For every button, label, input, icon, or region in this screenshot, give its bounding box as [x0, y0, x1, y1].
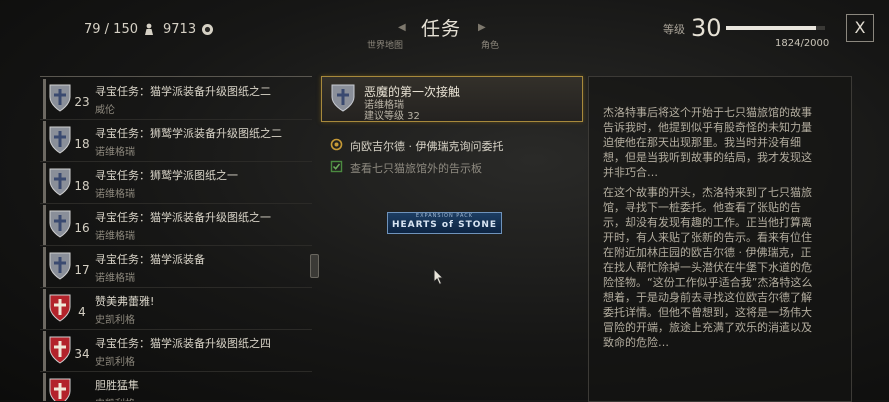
red-shield-icon	[48, 335, 72, 369]
quest-title: 寻宝任务：狮鹫学派图纸之一	[95, 169, 238, 182]
quest-row-marker	[43, 247, 46, 287]
quest-level: 18	[74, 137, 90, 151]
level-label: 等级	[663, 23, 685, 36]
money: 9713	[163, 22, 214, 37]
quest-level: 23	[74, 95, 90, 109]
quest-title: 赞美弗蕾雅!	[95, 295, 155, 308]
quest-row-marker	[43, 163, 46, 203]
objective-complete-icon	[330, 160, 343, 176]
quest-description-panel: 杰洛特事后将这个开始于七只猫旅馆的故事告诉我时，他提到似乎有股奇怪的未知力量迫使…	[588, 76, 852, 402]
silver-shield-icon	[48, 125, 72, 159]
red-shield-icon	[48, 293, 72, 327]
quest-region: 史凯利格	[95, 357, 135, 368]
weight-icon	[143, 23, 155, 36]
nav-next-arrow[interactable]: ▶	[478, 22, 486, 33]
selected-quest-level: 建议等级 32	[364, 111, 420, 122]
quest-list-item[interactable]: 34 寻宝任务：猫学派装备升级图纸之四 史凯利格	[40, 331, 312, 372]
quest-row-marker	[43, 79, 46, 119]
page-title: 任务	[421, 18, 462, 40]
quest-row-marker	[43, 331, 46, 371]
selected-quest-card[interactable]: 恶魔的第一次接触 诺维格瑞 建议等级 32	[321, 76, 583, 122]
silver-shield-icon	[48, 83, 72, 117]
quest-level: 34	[74, 347, 90, 361]
objective-item[interactable]: 向欧吉尔德 · 伊佛瑞克询问委托	[330, 138, 504, 154]
objective-text: 向欧吉尔德 · 伊佛瑞克询问委托	[350, 140, 504, 153]
quest-row-marker	[43, 121, 46, 161]
quest-region: 诺维格瑞	[95, 147, 135, 158]
top-bar: 79 / 150 9713 ◀ 任务 ▶ 世界地图 角色 等级 30 1824/…	[0, 0, 889, 62]
quest-title: 寻宝任务：狮鹫学派装备升级图纸之二	[95, 127, 282, 140]
quest-region: 诺维格瑞	[95, 189, 135, 200]
quest-list-item[interactable]: 23 寻宝任务：猫学派装备升级图纸之二 威伦	[40, 79, 312, 120]
mouse-cursor-icon	[433, 267, 445, 290]
selected-quest-shield-icon	[330, 83, 356, 117]
quest-row-marker	[43, 205, 46, 245]
quest-list-item[interactable]: 4 赞美弗蕾雅! 史凯利格	[40, 289, 312, 330]
silver-shield-icon	[48, 167, 72, 201]
quest-region: 史凯利格	[95, 315, 135, 326]
silver-shield-icon	[48, 209, 72, 243]
quest-title: 寻宝任务：猫学派装备升级图纸之四	[95, 337, 271, 350]
quest-level: 18	[74, 179, 90, 193]
close-button[interactable]: X	[846, 14, 874, 42]
quest-list-item[interactable]: 17 寻宝任务：猫学派装备 诺维格瑞	[40, 247, 312, 288]
quest-row-marker	[43, 289, 46, 329]
red-shield-icon	[48, 377, 72, 401]
quest-title: 寻宝任务：猫学派装备升级图纸之二	[95, 85, 271, 98]
badge-main-text: HEARTS of STONE	[391, 220, 498, 230]
quest-region: 威伦	[95, 105, 115, 116]
level-value: 30	[691, 14, 722, 42]
quest-title: 寻宝任务：猫学派装备升级图纸之一	[95, 211, 271, 224]
quest-region: 史凯利格	[95, 395, 135, 401]
quest-row-marker	[43, 373, 46, 401]
xp-bar	[726, 26, 825, 30]
quest-list: 23 寻宝任务：猫学派装备升级图纸之二 威伦 18 寻宝任务：狮鹫学派装备升级图纸之二诺…	[40, 76, 312, 401]
quest-level: 4	[78, 305, 86, 319]
objective-text: 查看七只猫旅馆外的告示板	[350, 162, 482, 175]
inventory-weight-text: 79 / 150	[84, 22, 138, 37]
quest-level: 17	[74, 263, 90, 277]
xp-text: 1824/2000	[775, 38, 830, 49]
quest-list-item[interactable]: 18 寻宝任务：狮鹫学派图纸之一 诺维格瑞	[40, 163, 312, 204]
money-text: 9713	[163, 22, 197, 37]
quest-list-item[interactable]: 16 寻宝任务：猫学派装备升级图纸之一 诺维格瑞	[40, 205, 312, 246]
quest-list-item[interactable]: 18 寻宝任务：狮鹫学派装备升级图纸之二 诺维格瑞	[40, 121, 312, 162]
badge-top-text: EXPANSION PACK	[415, 213, 474, 219]
silver-shield-icon	[48, 251, 72, 285]
quest-region: 诺维格瑞	[95, 273, 135, 284]
inventory-weight: 79 / 150	[84, 22, 155, 37]
quest-list-item[interactable]: 胆胜猛隼史凯利格	[40, 373, 312, 401]
description-paragraph: 杰洛特事后将这个开始于七只猫旅馆的故事告诉我时，他提到似乎有股奇怪的未知力量迫使…	[603, 106, 812, 179]
objective-active-icon	[330, 138, 343, 154]
nav-prev-arrow[interactable]: ◀	[398, 22, 406, 33]
quest-list-scrollbar[interactable]	[310, 254, 319, 278]
nav-tab-character[interactable]: 角色	[481, 38, 499, 51]
quest-title: 胆胜猛隼	[95, 379, 139, 392]
quest-level: 16	[74, 221, 90, 235]
coin-icon	[201, 23, 214, 36]
nav-tab-world-map[interactable]: 世界地图	[367, 38, 403, 51]
quest-title: 寻宝任务：猫学派装备	[95, 253, 205, 266]
hearts-of-stone-badge: EXPANSION PACK HEARTS of STONE	[387, 212, 502, 234]
xp-bar-fill	[726, 26, 817, 30]
quest-region: 诺维格瑞	[95, 231, 135, 242]
description-paragraph: 在这个故事的开头，杰洛特来到了七只猫旅馆，寻找下一桩委托。他查看了张贴的告示，却…	[603, 186, 813, 349]
objective-item[interactable]: 查看七只猫旅馆外的告示板	[330, 160, 482, 176]
